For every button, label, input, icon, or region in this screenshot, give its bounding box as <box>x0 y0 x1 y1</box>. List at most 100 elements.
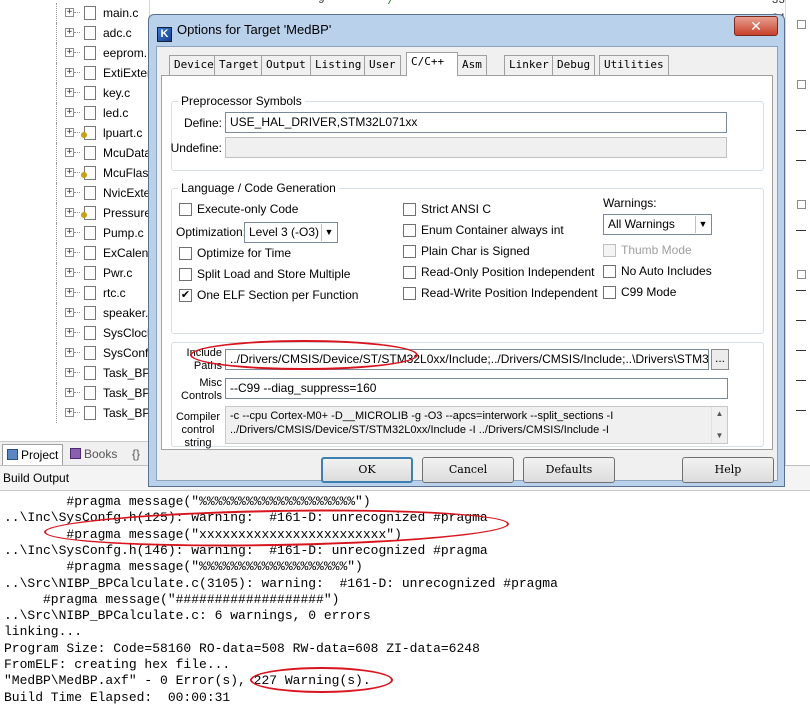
tree-file-item[interactable]: + Pwr.c <box>0 263 150 283</box>
optimize-time-checkbox[interactable] <box>179 247 192 260</box>
strict-ansi-label: Strict ANSI C <box>421 202 492 216</box>
fold-end-marker <box>796 130 806 131</box>
undefine-input[interactable] <box>225 137 727 158</box>
ok-button[interactable]: OK <box>321 457 413 483</box>
compiler-string-box[interactable]: -c --cpu Cortex-M0+ -D__MICROLIB -g -O3 … <box>225 406 728 444</box>
strict-ansi-checkbox[interactable] <box>403 203 416 216</box>
tree-file-item[interactable]: + lpuart.c <box>0 123 150 143</box>
tree-connector <box>56 283 57 303</box>
help-button[interactable]: Help <box>682 457 774 483</box>
split-load-checkbox[interactable] <box>179 268 192 281</box>
expand-icon[interactable]: + <box>65 208 74 217</box>
defaults-button[interactable]: Defaults <box>523 457 615 483</box>
c-file-icon <box>84 306 96 320</box>
tree-file-name: speaker. <box>103 306 149 320</box>
expand-icon[interactable]: + <box>65 48 74 57</box>
one-elf-checkbox[interactable]: ✔ <box>179 289 192 302</box>
expand-icon[interactable]: + <box>65 28 74 37</box>
fold-icon[interactable] <box>797 20 806 29</box>
tab-debug[interactable]: Debug <box>552 55 596 75</box>
fold-icon[interactable] <box>797 80 806 89</box>
misc-controls-input[interactable]: --C99 --diag_suppress=160 <box>225 378 728 399</box>
tree-file-item[interactable]: + adc.c <box>0 23 150 43</box>
scroll-up-icon[interactable]: ▲ <box>712 407 727 421</box>
tree-file-item[interactable]: + ExCalend <box>0 243 155 263</box>
tree-file-item[interactable]: + Task_BP <box>0 363 150 383</box>
close-button[interactable]: ✕ <box>734 16 778 36</box>
c99-mode-checkbox[interactable] <box>603 286 616 299</box>
expand-icon[interactable]: + <box>65 128 74 137</box>
tree-file-item[interactable]: + SysConfi <box>0 343 151 363</box>
warnings-select[interactable]: All Warnings ▼ <box>603 214 712 235</box>
define-input[interactable]: USE_HAL_DRIVER,STM32L071xx <box>225 112 727 133</box>
expand-icon[interactable]: + <box>65 68 74 77</box>
expand-icon[interactable]: + <box>65 328 74 337</box>
rw-pi-checkbox[interactable] <box>403 287 416 300</box>
expand-icon[interactable]: + <box>65 348 74 357</box>
compiler-string-label-line1: Compiler <box>175 411 220 423</box>
tab-c-cpp[interactable]: C/C++ <box>406 52 458 76</box>
expand-icon[interactable]: + <box>65 108 74 117</box>
tab-functions[interactable]: {} <box>128 444 144 465</box>
tree-file-item[interactable]: + Pressure <box>0 203 151 223</box>
tab-target[interactable]: Target <box>214 55 264 75</box>
expand-icon[interactable]: + <box>65 88 74 97</box>
tree-file-item[interactable]: + McuFlas <box>0 163 150 183</box>
options-dialog: K Options for Target 'MedBP' ✕ Device Tar… <box>148 14 785 487</box>
include-paths-input[interactable]: ../Drivers/CMSIS/Device/ST/STM32L0xx/Inc… <box>225 349 709 370</box>
tree-file-item[interactable]: + eeprom. <box>0 43 150 63</box>
expand-icon[interactable]: + <box>65 268 74 277</box>
execute-only-checkbox[interactable] <box>179 203 192 216</box>
tree-file-item[interactable]: + Pump.c <box>0 223 150 243</box>
fold-icon[interactable] <box>797 200 806 209</box>
expand-icon[interactable]: + <box>65 8 74 17</box>
scroll-down-icon[interactable]: ▼ <box>712 429 727 443</box>
tab-utilities[interactable]: Utilities <box>599 55 669 75</box>
thumb-mode-checkbox[interactable] <box>603 244 616 257</box>
tree-file-item[interactable]: + ExtiExter <box>0 63 151 83</box>
expand-icon[interactable]: + <box>65 308 74 317</box>
code-fragment: */ <box>380 0 395 8</box>
enum-container-checkbox[interactable] <box>403 224 416 237</box>
tree-file-item[interactable]: + main.c <box>0 3 150 23</box>
fold-icon[interactable] <box>797 270 806 279</box>
tree-file-item[interactable]: + SysClock <box>0 323 153 343</box>
expand-icon[interactable]: + <box>65 388 74 397</box>
tree-file-item[interactable]: + key.c <box>0 83 150 103</box>
no-auto-includes-checkbox[interactable] <box>603 265 616 278</box>
tab-project[interactable]: Project <box>2 444 64 465</box>
tree-connector <box>74 12 80 13</box>
expand-icon[interactable]: + <box>65 288 74 297</box>
tree-file-item[interactable]: + NvicExte <box>0 183 150 203</box>
include-paths-browse-button[interactable]: ... <box>711 349 729 370</box>
tab-books[interactable]: Books <box>66 444 121 465</box>
tab-project-label: Project <box>21 448 59 462</box>
expand-icon[interactable]: + <box>65 368 74 377</box>
tab-listing[interactable]: Listing <box>310 55 367 75</box>
compiler-string-scrollbar[interactable]: ▲ ▼ <box>711 407 726 443</box>
tab-linker[interactable]: Linker <box>504 55 554 75</box>
tree-file-item[interactable]: + McuData <box>0 143 151 163</box>
tree-file-item[interactable]: + Task_BP <box>0 403 150 423</box>
expand-icon[interactable]: + <box>65 228 74 237</box>
tab-asm[interactable]: Asm <box>457 55 487 75</box>
c-file-icon <box>84 406 96 420</box>
expand-icon[interactable]: + <box>65 148 74 157</box>
tab-user[interactable]: User <box>364 55 401 75</box>
tab-device[interactable]: Device <box>169 55 219 75</box>
optimization-select[interactable]: Level 3 (-O3) ▼ <box>244 222 338 243</box>
expand-icon[interactable]: + <box>65 168 74 177</box>
expand-icon[interactable]: + <box>65 408 74 417</box>
tab-output[interactable]: Output <box>261 55 311 75</box>
tree-file-item[interactable]: + led.c <box>0 103 150 123</box>
ro-pi-checkbox[interactable] <box>403 266 416 279</box>
expand-icon[interactable]: + <box>65 248 74 257</box>
tree-file-item[interactable]: + speaker. <box>0 303 150 323</box>
cancel-button[interactable]: Cancel <box>422 457 514 483</box>
expand-icon[interactable]: + <box>65 188 74 197</box>
tree-file-name: NvicExte <box>103 186 151 200</box>
misc-controls-label: Misc Controls <box>174 377 222 403</box>
tree-file-item[interactable]: + Task_BP <box>0 383 150 403</box>
plain-char-checkbox[interactable] <box>403 245 416 258</box>
tree-file-item[interactable]: + rtc.c <box>0 283 150 303</box>
